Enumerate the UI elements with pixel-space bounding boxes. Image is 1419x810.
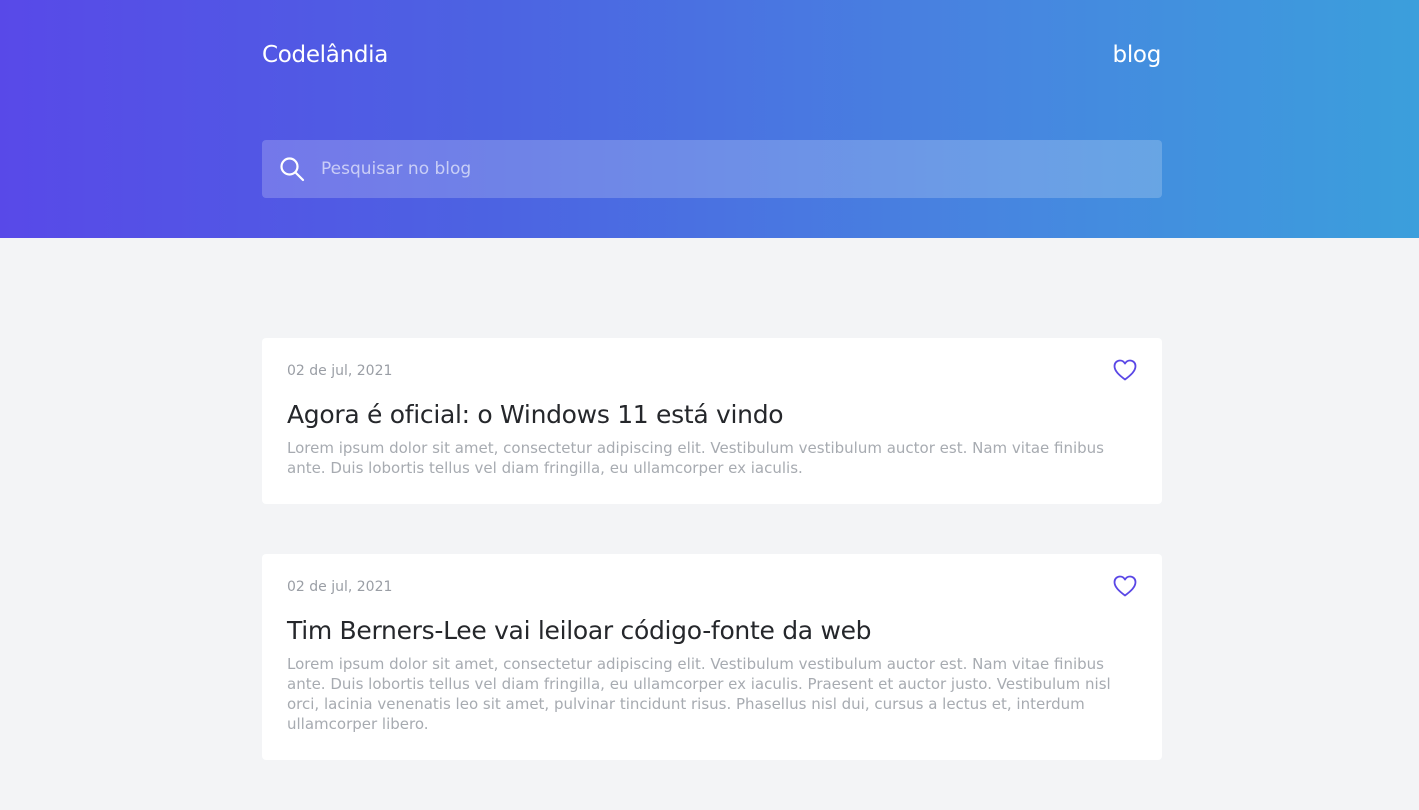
heart-icon[interactable]: [1113, 359, 1137, 381]
brand-logo[interactable]: Codelândia: [262, 40, 388, 70]
hero-header: Codelândia blog: [0, 0, 1419, 238]
post-title[interactable]: Tim Berners-Lee vai leiloar código-fonte…: [287, 616, 1137, 646]
post-date: 02 de jul, 2021: [287, 363, 393, 379]
post-card[interactable]: 02 de jul, 2021 Agora é oficial: o Windo…: [262, 338, 1162, 504]
post-list: 02 de jul, 2021 Agora é oficial: o Windo…: [262, 338, 1162, 810]
nav-link-blog[interactable]: blog: [1113, 40, 1162, 70]
search-bar[interactable]: [262, 140, 1162, 198]
heart-icon[interactable]: [1113, 575, 1137, 597]
post-excerpt: Lorem ipsum dolor sit amet, consectetur …: [287, 439, 1104, 477]
search-icon: [279, 156, 305, 182]
post-excerpt: Lorem ipsum dolor sit amet, consectetur …: [287, 655, 1111, 733]
post-card[interactable]: 02 de jul, 2021 Tim Berners-Lee vai leil…: [262, 554, 1162, 760]
post-title[interactable]: Agora é oficial: o Windows 11 está vindo: [287, 400, 1137, 430]
search-input[interactable]: [321, 140, 1162, 198]
post-date: 02 de jul, 2021: [287, 579, 393, 595]
